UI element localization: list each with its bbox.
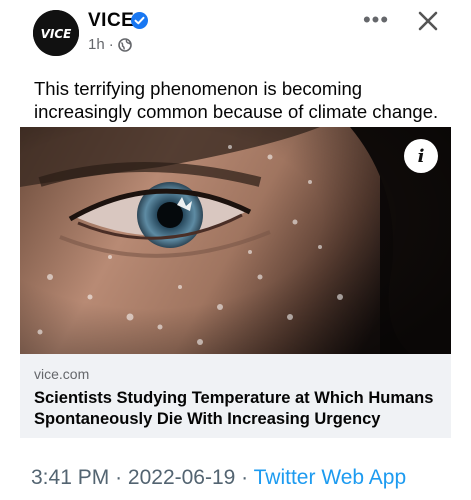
post-header: VICE VICE 1h · ••• — [0, 0, 471, 70]
page-name[interactable]: VICE — [88, 10, 134, 32]
more-options-button[interactable]: ••• — [361, 6, 391, 34]
vice-logo-text: VICE — [41, 27, 73, 41]
vice-avatar[interactable]: VICE — [33, 10, 79, 56]
link-preview-card[interactable]: i vice.com Scientists Studying Temperatu… — [20, 127, 451, 438]
sweaty-eye-photo — [20, 127, 451, 354]
hero-image[interactable]: i — [20, 127, 451, 354]
globe-icon — [117, 37, 132, 52]
link-preview-text[interactable]: vice.com Scientists Studying Temperature… — [20, 354, 451, 438]
info-button[interactable]: i — [404, 139, 438, 173]
close-icon — [418, 11, 438, 31]
link-domain: vice.com — [34, 366, 90, 382]
close-button[interactable] — [412, 6, 444, 36]
tweet-time[interactable]: 3:41 PM — [31, 466, 109, 489]
link-headline[interactable]: Scientists Studying Temperature at Which… — [34, 388, 437, 430]
footer-separator: · — [115, 466, 123, 489]
tweet-source-link[interactable]: Twitter Web App — [254, 466, 407, 489]
post-time[interactable]: 1h — [88, 36, 105, 53]
footer-separator: · — [241, 466, 249, 489]
tweet-date[interactable]: 2022-06-19 — [128, 466, 235, 489]
post-meta: 1h · — [88, 36, 132, 53]
verified-badge-icon — [131, 12, 148, 29]
vice-logo-icon: VICE — [33, 10, 79, 56]
post-caption: This terrifying phenomenon is becoming i… — [34, 78, 439, 122]
meta-separator: · — [108, 36, 114, 53]
tweet-timestamp: 3:41 PM · 2022-06-19 · Twitter Web App — [31, 466, 406, 490]
